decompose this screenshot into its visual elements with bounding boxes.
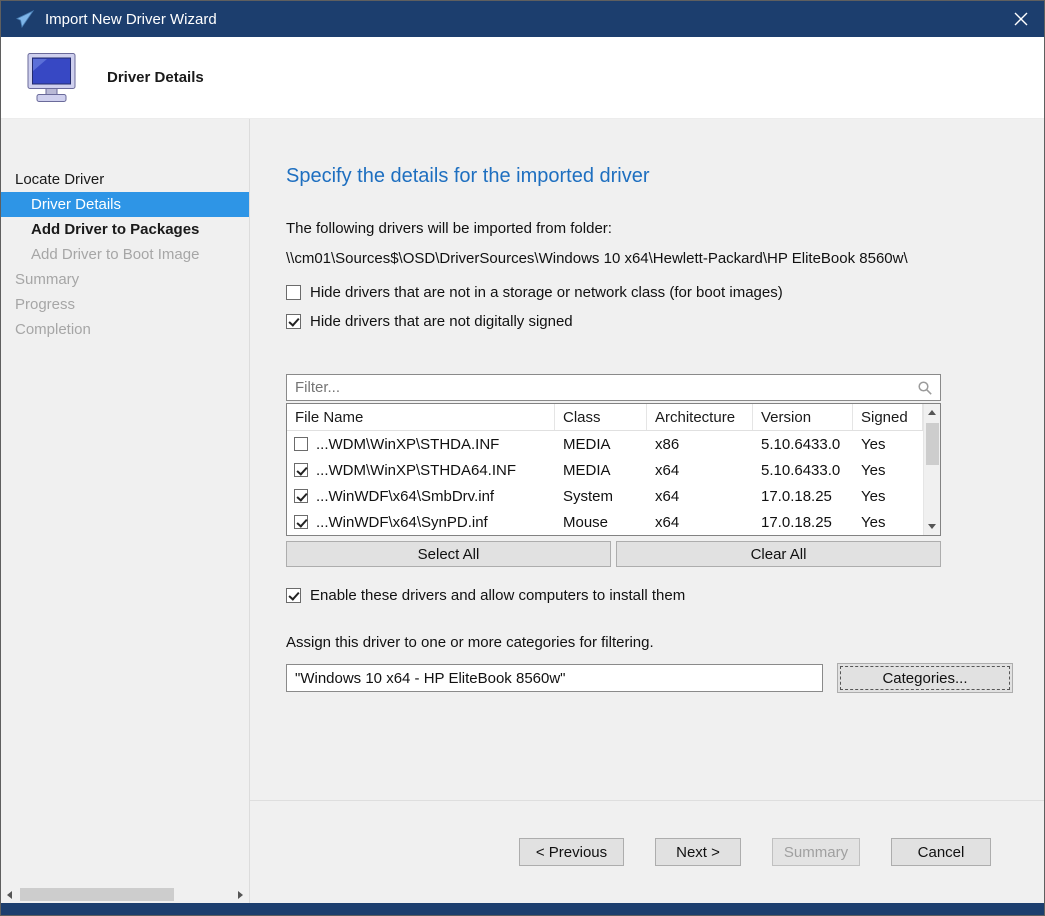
footer-buttons: < Previous Next > Summary Cancel	[286, 801, 1044, 903]
sidebar-item-add-driver-boot-image: Add Driver to Boot Image	[1, 242, 249, 267]
wizard-body: Locate Driver Driver Details Add Driver …	[1, 119, 1044, 903]
enable-drivers-checkbox-label: Enable these drivers and allow computers…	[310, 587, 685, 604]
column-header-class[interactable]: Class	[555, 404, 647, 430]
enable-drivers-checkbox[interactable]	[286, 588, 301, 603]
row-checkbox[interactable]	[294, 515, 308, 529]
table-row[interactable]: ...WDM\WinXP\STHDA.INF MEDIA x86 5.10.64…	[287, 431, 923, 457]
wizard-page-content: Specify the details for the imported dri…	[250, 119, 1044, 903]
sidebar-scrollbar-track[interactable]	[18, 886, 232, 903]
table-row[interactable]: ...WinWDF\x64\SynPD.inf Mouse x64 17.0.1…	[287, 509, 923, 535]
version-cell: 5.10.6433.0	[753, 462, 853, 479]
architecture-cell: x86	[647, 436, 753, 453]
class-cell: Mouse	[555, 514, 647, 531]
hide-storage-checkbox-label: Hide drivers that are not in a storage o…	[310, 284, 783, 301]
hide-unsigned-checkbox-label: Hide drivers that are not digitally sign…	[310, 313, 573, 330]
signed-cell: Yes	[853, 462, 923, 479]
clear-all-button[interactable]: Clear All	[616, 541, 941, 567]
version-cell: 5.10.6433.0	[753, 436, 853, 453]
row-checkbox[interactable]	[294, 489, 308, 503]
wizard-step-list: Locate Driver Driver Details Add Driver …	[1, 119, 249, 886]
sidebar-item-driver-details[interactable]: Driver Details	[1, 192, 249, 217]
version-cell: 17.0.18.25	[753, 514, 853, 531]
filter-box	[286, 374, 941, 401]
search-icon	[917, 380, 933, 396]
file-name-cell: ...WinWDF\x64\SynPD.inf	[316, 514, 488, 531]
next-button[interactable]: Next >	[655, 838, 741, 866]
hide-unsigned-checkbox[interactable]	[286, 314, 301, 329]
wizard-steps-sidebar: Locate Driver Driver Details Add Driver …	[1, 119, 250, 903]
drivers-table: File Name Class Architecture Version Sig…	[286, 403, 941, 536]
table-row[interactable]: ...WinWDF\x64\SmbDrv.inf System x64 17.0…	[287, 483, 923, 509]
content-heading: Specify the details for the imported dri…	[286, 165, 1044, 188]
table-vertical-scrollbar[interactable]	[923, 404, 940, 535]
selection-buttons: Select All Clear All	[286, 541, 941, 567]
signed-cell: Yes	[853, 488, 923, 505]
hide-storage-checkbox-row[interactable]: Hide drivers that are not in a storage o…	[286, 284, 1044, 301]
table-header: File Name Class Architecture Version Sig…	[287, 404, 923, 431]
table-row[interactable]: ...WDM\WinXP\STHDA64.INF MEDIA x64 5.10.…	[287, 457, 923, 483]
signed-cell: Yes	[853, 514, 923, 531]
assign-categories-label: Assign this driver to one or more catego…	[286, 634, 1044, 651]
titlebar: Import New Driver Wizard	[1, 1, 1044, 37]
sidebar-item-summary: Summary	[1, 267, 249, 292]
scroll-up-icon[interactable]	[924, 404, 941, 421]
hide-storage-checkbox[interactable]	[286, 285, 301, 300]
column-header-architecture[interactable]: Architecture	[647, 404, 753, 430]
summary-button: Summary	[772, 838, 860, 866]
category-row: Categories...	[286, 663, 1044, 693]
close-icon	[1014, 12, 1028, 26]
class-cell: MEDIA	[555, 462, 647, 479]
bottom-accent-strip	[1, 903, 1044, 915]
sidebar-item-locate-driver[interactable]: Locate Driver	[1, 167, 249, 192]
page-title: Driver Details	[107, 69, 204, 86]
sidebar-item-add-driver-packages[interactable]: Add Driver to Packages	[1, 217, 249, 242]
sidebar-horizontal-scrollbar[interactable]	[1, 886, 249, 903]
window-title: Import New Driver Wizard	[45, 11, 217, 28]
categories-button[interactable]: Categories...	[837, 663, 1013, 693]
cancel-button[interactable]: Cancel	[891, 838, 991, 866]
select-all-button[interactable]: Select All	[286, 541, 611, 567]
import-folder-path: \\cm01\Sources$\OSD\DriverSources\Window…	[286, 250, 1044, 267]
architecture-cell: x64	[647, 462, 753, 479]
architecture-cell: x64	[647, 514, 753, 531]
previous-button[interactable]: < Previous	[519, 838, 624, 866]
architecture-cell: x64	[647, 488, 753, 505]
column-header-file-name[interactable]: File Name	[287, 404, 555, 430]
row-checkbox[interactable]	[294, 437, 308, 451]
filter-input[interactable]	[287, 375, 917, 400]
scroll-left-icon[interactable]	[1, 886, 18, 903]
file-name-cell: ...WDM\WinXP\STHDA.INF	[316, 436, 499, 453]
sidebar-scrollbar-thumb[interactable]	[20, 888, 174, 901]
computer-monitor-icon	[25, 52, 83, 104]
column-header-version[interactable]: Version	[753, 404, 853, 430]
scroll-right-icon[interactable]	[232, 886, 249, 903]
wizard-header: Driver Details	[1, 37, 1044, 119]
hide-unsigned-checkbox-row[interactable]: Hide drivers that are not digitally sign…	[286, 313, 1044, 330]
row-checkbox[interactable]	[294, 463, 308, 477]
signed-cell: Yes	[853, 436, 923, 453]
table-scrollbar-thumb[interactable]	[926, 423, 939, 465]
version-cell: 17.0.18.25	[753, 488, 853, 505]
sidebar-item-progress: Progress	[1, 292, 249, 317]
close-button[interactable]	[998, 1, 1044, 37]
file-name-cell: ...WinWDF\x64\SmbDrv.inf	[316, 488, 494, 505]
column-header-signed[interactable]: Signed	[853, 404, 923, 430]
sidebar-item-completion: Completion	[1, 317, 249, 342]
import-driver-wizard-window: Import New Driver Wizard Driver Details …	[0, 0, 1045, 916]
import-folder-label: The following drivers will be imported f…	[286, 220, 1044, 237]
category-input[interactable]	[286, 664, 823, 692]
scroll-down-icon[interactable]	[924, 518, 941, 535]
class-cell: MEDIA	[555, 436, 647, 453]
file-name-cell: ...WDM\WinXP\STHDA64.INF	[316, 462, 516, 479]
class-cell: System	[555, 488, 647, 505]
wizard-app-icon	[15, 9, 35, 29]
enable-drivers-checkbox-row[interactable]: Enable these drivers and allow computers…	[286, 587, 1044, 604]
